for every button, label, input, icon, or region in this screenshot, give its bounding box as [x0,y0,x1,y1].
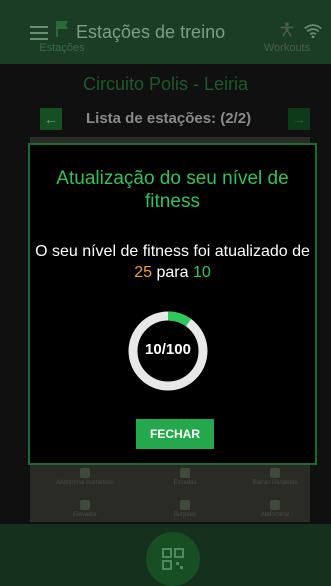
station-label: Elevador [73,512,97,518]
station-label: Burpees [173,512,197,518]
station-icon [180,500,190,510]
station-label: Abdominal [260,512,290,518]
nav-item-label: Workouts [263,42,311,54]
station-icon [270,500,280,510]
old-fitness-value: 25 [134,264,153,281]
dialog-message: O seu nível de fitness foi atualizado de… [30,241,315,283]
nav-item-workouts[interactable]: Workouts [252,20,322,54]
page-title: Estações de treino [76,22,226,42]
station-item[interactable]: Escadas [150,468,220,486]
station-icon [80,468,90,478]
flag-icon [56,21,68,37]
station-nav: ← Lista de estações: (2/2) → [40,108,310,130]
next-arrow-button[interactable]: → [288,108,310,130]
prev-arrow-button[interactable]: ← [40,108,62,130]
station-label: Escadas [173,480,197,486]
station-item[interactable]: Abdominal Isométrico [50,468,120,486]
new-fitness-value: 10 [192,264,211,281]
qr-scan-button[interactable] [146,532,200,586]
station-label: Barras Paralelas [252,480,298,486]
workout-icon [280,22,294,37]
nav-item-estacoes[interactable]: Estações [32,20,92,54]
circuit-title: Circuito Polis - Leiria [82,74,249,94]
message-prefix: O seu nível de fitness foi atualizado de [35,243,310,260]
gauge-label: 10/100 [145,341,191,358]
station-icon [270,468,280,478]
qr-code-icon [162,548,184,570]
station-item[interactable]: Abdominal [240,500,310,518]
station-icon [180,468,190,478]
nav-item-label: Estações [39,42,85,54]
station-item[interactable]: Barras Paralelas [240,468,310,486]
fitness-level-dialog: Atualização do seu nível de fitness O se… [28,143,317,465]
dialog-title: Atualização do seu nível de fitness [56,168,289,212]
station-item[interactable]: Elevador [50,500,120,518]
close-button[interactable]: FECHAR [136,419,214,449]
station-item[interactable]: Burpees [150,500,220,518]
station-list-label: Lista de estações: (2/2) [86,110,252,127]
station-icon [80,500,90,510]
message-mid: para [156,264,189,281]
station-label: Abdominal Isométrico [56,480,114,486]
